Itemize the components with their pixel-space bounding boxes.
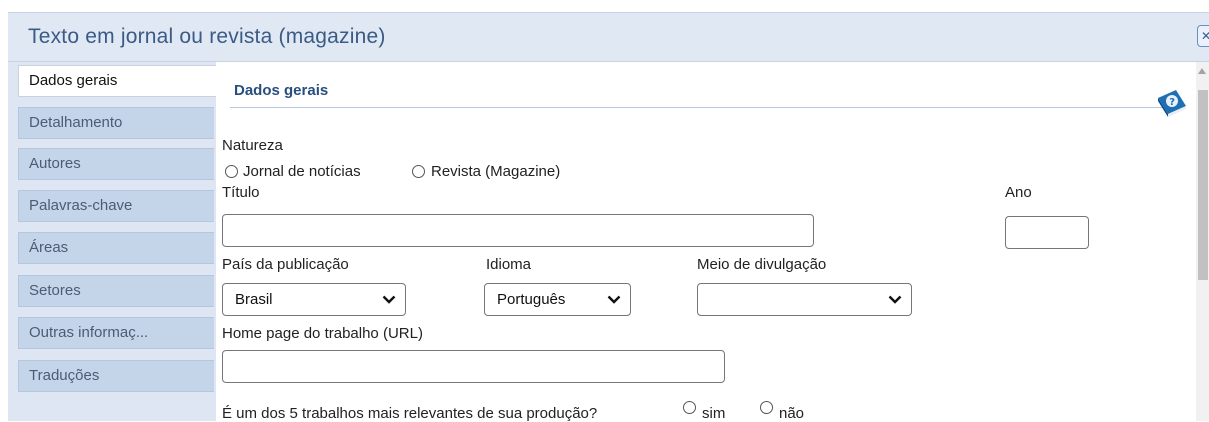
svg-text:?: ? xyxy=(1169,97,1175,108)
section-divider xyxy=(230,107,1176,108)
section-title: Dados gerais xyxy=(234,82,329,99)
pais-label: País da publicação xyxy=(222,256,349,273)
tab-setores[interactable]: Setores xyxy=(18,275,214,307)
vertical-scrollbar[interactable] xyxy=(1196,62,1209,421)
dialog-title: Texto em jornal ou revista (magazine) xyxy=(28,25,386,48)
meio-select[interactable] xyxy=(697,283,912,316)
natureza-label: Natureza xyxy=(222,137,283,154)
radio-revista[interactable] xyxy=(412,165,425,178)
help-book-icon[interactable]: ? xyxy=(1154,84,1190,120)
tab-areas[interactable]: Áreas xyxy=(18,232,214,264)
homepage-label: Home page do trabalho (URL) xyxy=(222,325,423,342)
scroll-up-arrow-icon[interactable] xyxy=(1198,68,1206,74)
radio-nao[interactable] xyxy=(760,401,773,414)
tab-autores[interactable]: Autores xyxy=(18,148,214,180)
scroll-thumb[interactable] xyxy=(1198,90,1208,280)
tab-detalhamento[interactable]: Detalhamento xyxy=(18,107,214,139)
radio-sim[interactable] xyxy=(683,401,696,414)
close-icon[interactable]: ✕ xyxy=(1197,25,1209,47)
meio-label: Meio de divulgação xyxy=(697,256,827,273)
tab-traducoes[interactable]: Traduções xyxy=(18,360,214,392)
chevron-down-icon xyxy=(607,295,621,304)
pais-select-value: Brasil xyxy=(235,291,273,308)
pais-select[interactable]: Brasil xyxy=(222,283,406,316)
tab-palavras-chave[interactable]: Palavras-chave xyxy=(18,190,214,222)
ano-input[interactable] xyxy=(1005,216,1089,249)
radio-sim-label: sim xyxy=(702,405,726,422)
tab-dados-gerais[interactable]: Dados gerais xyxy=(18,65,218,97)
radio-revista-label: Revista (Magazine) xyxy=(431,163,561,180)
radio-jornal-label: Jornal de notícias xyxy=(243,163,361,180)
sidebar: Dados gerais Detalhamento Autores Palavr… xyxy=(8,62,218,421)
titulo-input[interactable] xyxy=(222,214,814,247)
idioma-select-value: Português xyxy=(497,291,566,308)
idioma-select[interactable]: Português xyxy=(484,283,631,316)
radio-nao-label: não xyxy=(779,405,805,422)
chevron-down-icon xyxy=(888,295,902,304)
idioma-label: Idioma xyxy=(486,256,532,273)
chevron-down-icon xyxy=(382,295,396,304)
titulo-label: Título xyxy=(222,184,260,201)
dialog-title-bar: Texto em jornal ou revista (magazine) ✕ xyxy=(8,12,1209,62)
homepage-input[interactable] xyxy=(222,350,725,383)
relevantes-label: É um dos 5 trabalhos mais relevantes de … xyxy=(222,405,598,422)
tab-outras-informacoes[interactable]: Outras informaç... xyxy=(18,317,214,349)
ano-label: Ano xyxy=(1005,184,1032,201)
radio-jornal[interactable] xyxy=(225,165,238,178)
main-panel: Dados gerais ? Natureza Jornal de notíci… xyxy=(216,62,1196,422)
